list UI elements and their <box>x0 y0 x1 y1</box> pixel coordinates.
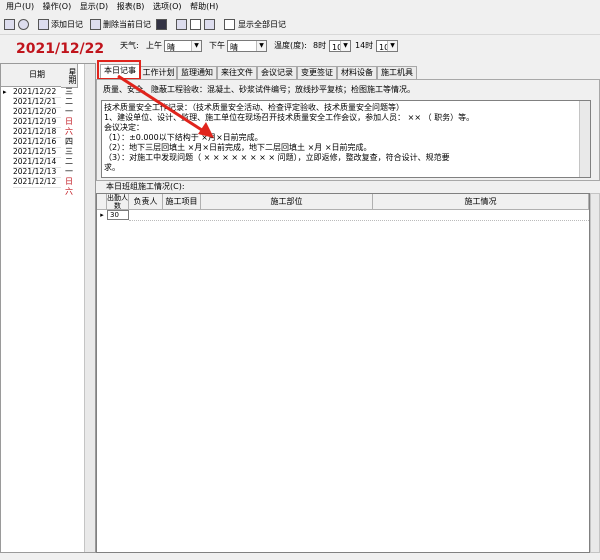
chevron-down-icon: ▼ <box>191 41 201 51</box>
tab-change-visa[interactable]: 变更签证 <box>297 66 337 79</box>
save-button[interactable] <box>156 18 169 32</box>
crew-grid: 出勤人数 负责人 施工项目 施工部位 施工情况 ▸ 30 <box>96 193 590 553</box>
diary-row-weekday: 三 <box>65 87 73 96</box>
diary-row[interactable]: 2021/12/14 二 <box>1 157 87 168</box>
temp-label: 温度(度): <box>274 41 307 50</box>
printer-icon <box>176 19 187 30</box>
show-all-label: 显示全部日记 <box>238 20 286 29</box>
diary-row[interactable]: 2021/12/20 一 <box>1 107 87 118</box>
diary-row-weekday: 一 <box>65 107 73 116</box>
menu-user[interactable]: 用户(U) <box>6 0 34 14</box>
pm-label: 下午 <box>209 41 225 50</box>
col-item[interactable]: 施工项目 <box>163 194 201 210</box>
am-weather-select[interactable]: 晴 ▼ <box>164 40 202 52</box>
chevron-down-icon: ▼ <box>256 41 266 51</box>
checkbox-box[interactable] <box>224 19 235 30</box>
crew-caption: 本日班组施工情况(C): <box>106 182 185 191</box>
menu-bar: 用户(U) 操作(O) 显示(D) 报表(B) 选项(O) 帮助(H) <box>0 0 600 14</box>
floppy-icon <box>156 19 167 30</box>
diary-list: 日期 星期 ▸ 2021/12/22 三 2021/12/21 二 2021/12/20 一… <box>0 63 96 553</box>
print-button[interactable] <box>176 18 189 32</box>
t14-temp-select[interactable]: 10 ▼ <box>376 40 398 52</box>
print-preview-icon <box>190 19 201 30</box>
t8-temp-select[interactable]: 10 ▼ <box>329 40 351 52</box>
grid-row[interactable] <box>129 210 589 221</box>
t14-label: 14时 <box>355 41 374 50</box>
menu-operate[interactable]: 操作(O) <box>43 0 72 14</box>
menu-report[interactable]: 报表(B) <box>117 0 145 14</box>
diary-row-weekday: 二 <box>65 97 73 106</box>
attendance-input[interactable]: 30 <box>107 210 129 220</box>
delete-diary-label: 删除当前日记 <box>103 20 151 29</box>
diary-list-scrollbar[interactable] <box>84 64 95 552</box>
diary-text-line: 求。 <box>104 163 120 172</box>
toolbar: 添加日记 删除当前日记 显示全部日记 <box>0 15 600 35</box>
col-location[interactable]: 施工部位 <box>201 194 373 210</box>
current-row-marker: ▸ <box>3 88 7 96</box>
chevron-down-icon: ▼ <box>387 41 397 51</box>
tab-machinery[interactable]: 施工机具 <box>377 66 417 79</box>
diary-row[interactable]: 2021/12/15 三 <box>1 147 87 158</box>
annotation-arrow <box>117 74 214 138</box>
copy-icon <box>204 19 215 30</box>
menu-options[interactable]: 选项(O) <box>153 0 182 14</box>
col-date-header[interactable]: 日期 <box>13 64 62 87</box>
attendance-value: 30 <box>110 211 119 219</box>
am-weather-value: 晴 <box>167 43 175 52</box>
add-diary-button[interactable]: 添加日记 <box>38 18 83 32</box>
col-attendance[interactable]: 出勤人数 <box>107 194 129 210</box>
add-diary-label: 添加日记 <box>51 20 83 29</box>
diary-row[interactable]: 2021/12/21 二 <box>1 97 87 108</box>
current-row-marker: ▸ <box>100 211 104 219</box>
settings-button[interactable] <box>18 18 31 32</box>
diary-row-weekday: 四 <box>65 137 73 146</box>
diary-row[interactable]: 2021/12/13 一 <box>1 167 87 178</box>
grid-scrollbar[interactable] <box>590 193 600 553</box>
col-weekday-header[interactable]: 星期 <box>61 64 78 88</box>
user-switch-button[interactable] <box>4 18 17 32</box>
users-icon <box>4 19 15 30</box>
chevron-down-icon: ▼ <box>340 41 350 51</box>
col-status[interactable]: 施工情况 <box>373 194 589 210</box>
diary-row-weekday: 日 <box>65 117 73 126</box>
menu-help[interactable]: 帮助(H) <box>190 0 218 14</box>
diary-row-weekday: 六 <box>65 127 73 136</box>
diary-row-weekday: 二 <box>65 157 73 166</box>
show-all-checkbox[interactable]: 显示全部日记 <box>224 18 286 32</box>
diary-text-line: （3）：对施工中发现问题（ × × × × × × × × 问题），立即返修，整… <box>104 153 450 162</box>
current-date: 2021/12/22 <box>16 41 105 57</box>
diary-row-date <box>13 187 61 188</box>
diary-row[interactable]: 2021/12/18 六 <box>1 127 87 138</box>
delete-diary-icon <box>90 19 101 30</box>
diary-row-weekday: 三 <box>65 147 73 156</box>
gear-icon <box>18 19 29 30</box>
preview-button[interactable] <box>190 18 203 32</box>
pm-weather-select[interactable]: 晴 ▼ <box>227 40 267 52</box>
diary-row-weekday: 一 <box>65 167 73 176</box>
delete-diary-button[interactable]: 删除当前日记 <box>90 18 151 32</box>
diary-row[interactable]: 六 <box>1 187 87 197</box>
diary-row[interactable]: 2021/12/12 日 <box>1 177 87 188</box>
menu-display[interactable]: 显示(D) <box>80 0 108 14</box>
diary-row[interactable]: 2021/12/19 日 <box>1 117 87 128</box>
weather-label: 天气: <box>120 41 139 50</box>
diary-row-weekday: 日 <box>65 177 73 186</box>
copy-button[interactable] <box>204 18 217 32</box>
add-diary-icon <box>38 19 49 30</box>
tab-materials[interactable]: 材料设备 <box>337 66 377 79</box>
pm-weather-value: 晴 <box>230 43 238 52</box>
am-label: 上午 <box>146 41 162 50</box>
diary-row[interactable]: 2021/12/16 四 <box>1 137 87 148</box>
diary-row[interactable]: ▸ 2021/12/22 三 <box>1 87 87 98</box>
t8-label: 8时 <box>313 41 327 50</box>
tab-documents[interactable]: 来往文件 <box>217 66 257 79</box>
grid-corner <box>97 194 107 210</box>
col-responsible[interactable]: 负责人 <box>129 194 163 210</box>
text-scrollbar[interactable] <box>579 101 590 177</box>
diary-row-weekday: 六 <box>65 187 73 196</box>
tab-meeting-records[interactable]: 会议记录 <box>257 66 297 79</box>
